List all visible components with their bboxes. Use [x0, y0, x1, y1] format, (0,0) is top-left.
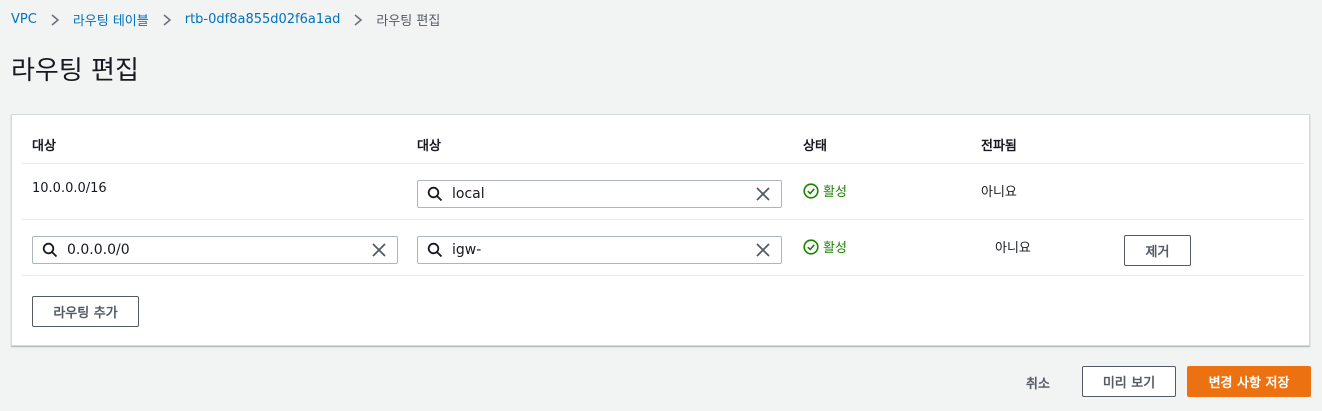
cancel-button[interactable]: 취소	[1026, 373, 1050, 392]
destination-input[interactable]: 0.0.0.0/0	[32, 236, 398, 264]
status-check-icon	[803, 238, 819, 255]
search-icon	[42, 242, 58, 258]
chevron-right-icon	[44, 13, 66, 27]
breadcrumb: VPC 라우팅 테이블 rtb-0df8a855d02f6a1ad 라우팅 편집	[11, 10, 440, 29]
status-check-icon	[803, 182, 819, 199]
add-route-button[interactable]: 라우팅 추가	[32, 296, 139, 327]
table-divider	[21, 275, 1304, 276]
save-changes-button[interactable]: 변경 사항 저장	[1187, 366, 1311, 397]
destination-input-value: 0.0.0.0/0	[67, 242, 130, 258]
column-header-propagated: 전파됨	[981, 139, 1017, 154]
breadcrumb-route-table-id[interactable]: rtb-0df8a855d02f6a1ad	[185, 12, 341, 27]
status-badge: 활성	[803, 237, 847, 256]
target-input[interactable]: igw-	[417, 236, 782, 264]
column-header-destination: 대상	[32, 139, 56, 154]
page-title: 라우팅 편집	[11, 56, 139, 86]
close-icon[interactable]	[755, 186, 771, 202]
status-text: 활성	[823, 185, 847, 200]
close-icon[interactable]	[371, 242, 387, 258]
status-badge: 활성	[803, 181, 847, 200]
target-input-value: local	[452, 186, 485, 202]
search-icon	[427, 242, 443, 258]
remove-route-button[interactable]: 제거	[1124, 235, 1191, 266]
column-header-status: 상태	[803, 139, 827, 154]
propagated-value: 아니요	[981, 185, 1017, 200]
routes-panel: 대상 대상 상태 전파됨 10.0.0.0/16 local 활성 아니요 0.…	[11, 114, 1310, 346]
target-input-value: igw-	[452, 242, 482, 258]
chevron-right-icon	[156, 13, 178, 27]
close-icon[interactable]	[755, 242, 771, 258]
status-text: 활성	[823, 241, 847, 256]
target-input[interactable]: local	[417, 180, 782, 208]
breadcrumb-vpc[interactable]: VPC	[11, 12, 37, 27]
breadcrumb-route-tables[interactable]: 라우팅 테이블	[73, 10, 149, 29]
column-header-target: 대상	[417, 139, 441, 154]
propagated-value: 아니요	[995, 241, 1031, 256]
preview-button[interactable]: 미리 보기	[1082, 366, 1176, 397]
table-divider	[21, 219, 1304, 220]
table-divider	[21, 163, 1304, 164]
destination-value: 10.0.0.0/16	[32, 181, 107, 196]
search-icon	[427, 186, 443, 202]
breadcrumb-current: 라우팅 편집	[376, 14, 441, 29]
chevron-right-icon	[347, 13, 369, 27]
